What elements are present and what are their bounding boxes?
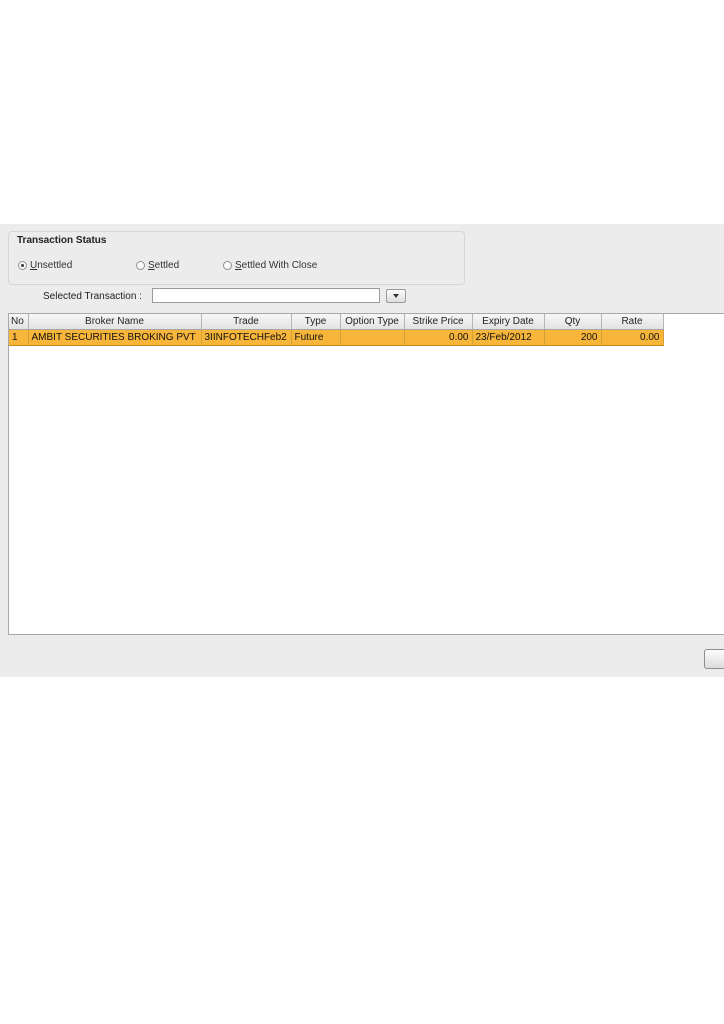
cell-qty: 200 bbox=[544, 329, 602, 346]
column-header-qty[interactable]: Qty bbox=[544, 314, 602, 330]
radio-settled[interactable]: Settled bbox=[136, 260, 179, 271]
cell-expiry-date: 23/Feb/2012 bbox=[472, 329, 545, 346]
radio-unsettled-label: Unsettled bbox=[30, 260, 73, 271]
column-header-type[interactable]: Type bbox=[291, 314, 341, 330]
radio-settled-with-close-label: Settled With Close bbox=[235, 260, 318, 271]
column-header-expiry-date[interactable]: Expiry Date bbox=[472, 314, 545, 330]
table-row[interactable]: 1 AMBIT SECURITIES BROKING PVT 3IINFOTEC… bbox=[9, 329, 664, 346]
cell-type: Future bbox=[291, 329, 341, 346]
radio-settled-indicator[interactable] bbox=[136, 261, 145, 270]
column-header-broker-name[interactable]: Broker Name bbox=[28, 314, 202, 330]
cell-broker-name: AMBIT SECURITIES BROKING PVT bbox=[28, 329, 202, 346]
transaction-status-title: Transaction Status bbox=[17, 235, 107, 246]
cell-trade: 3IINFOTECHFeb2 bbox=[201, 329, 292, 346]
column-header-strike-price[interactable]: Strike Price bbox=[404, 314, 473, 330]
radio-unsettled-indicator[interactable] bbox=[18, 261, 27, 270]
transactions-table[interactable]: No Broker Name Trade Type Option Type St… bbox=[8, 313, 724, 635]
radio-settled-with-close[interactable]: Settled With Close bbox=[223, 260, 317, 271]
selected-transaction-dropdown-button[interactable] bbox=[386, 289, 406, 303]
column-header-rate[interactable]: Rate bbox=[601, 314, 664, 330]
transaction-status-group: Transaction Status Unsettled Settled Set… bbox=[8, 231, 465, 285]
column-header-trade[interactable]: Trade bbox=[201, 314, 292, 330]
radio-settled-label: Settled bbox=[148, 260, 180, 271]
transaction-window: Transaction Status Unsettled Settled Set… bbox=[0, 224, 724, 677]
cell-rate: 0.00 bbox=[601, 329, 664, 346]
cell-no: 1 bbox=[9, 329, 29, 346]
radio-settled-with-close-indicator[interactable] bbox=[223, 261, 232, 270]
action-button[interactable] bbox=[704, 649, 724, 669]
selected-transaction-label: Selected Transaction : bbox=[43, 291, 142, 302]
chevron-down-icon bbox=[393, 294, 399, 298]
column-header-no[interactable]: No bbox=[9, 314, 29, 330]
column-header-option-type[interactable]: Option Type bbox=[340, 314, 405, 330]
radio-unsettled[interactable]: Unsettled bbox=[18, 260, 72, 271]
selected-transaction-input[interactable] bbox=[152, 288, 380, 303]
table-header-row: No Broker Name Trade Type Option Type St… bbox=[9, 314, 664, 330]
cell-option-type bbox=[340, 329, 405, 346]
cell-strike-price: 0.00 bbox=[404, 329, 473, 346]
